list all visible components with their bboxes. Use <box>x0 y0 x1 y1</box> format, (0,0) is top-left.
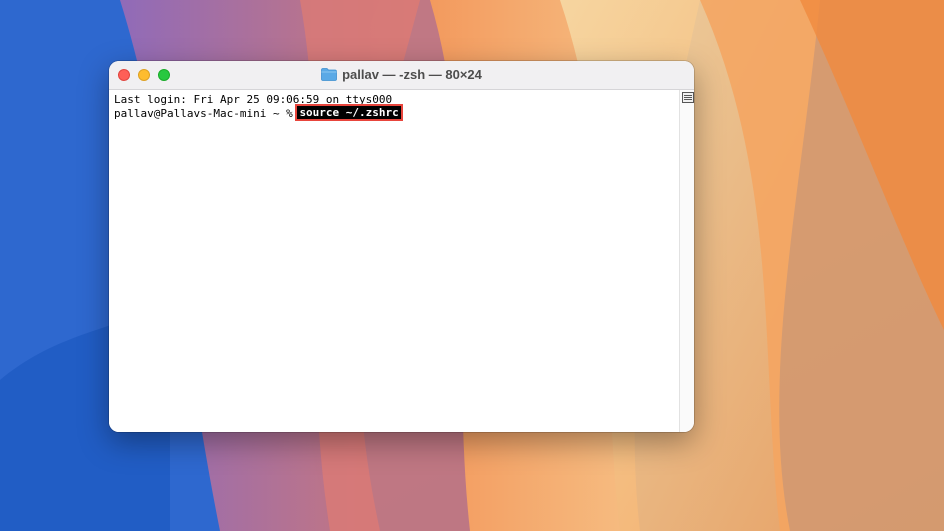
window-title-text: pallav — -zsh — 80×24 <box>342 67 482 82</box>
window-title: pallav — -zsh — 80×24 <box>109 66 694 84</box>
terminal-scrollbar[interactable] <box>679 90 694 432</box>
window-titlebar[interactable]: pallav — -zsh — 80×24 <box>109 61 694 90</box>
desktop-wallpaper: pallav — -zsh — 80×24 Last login: Fri Ap… <box>0 0 944 531</box>
prompt-line: pallav@Pallavs-Mac-mini ~ % <box>114 107 300 120</box>
terminal-content[interactable]: Last login: Fri Apr 25 09:06:59 on ttys0… <box>109 90 679 432</box>
terminal-window[interactable]: pallav — -zsh — 80×24 Last login: Fri Ap… <box>109 61 694 432</box>
split-pane-icon[interactable] <box>682 92 694 103</box>
command-highlight-box <box>295 104 403 121</box>
folder-icon <box>321 68 337 81</box>
